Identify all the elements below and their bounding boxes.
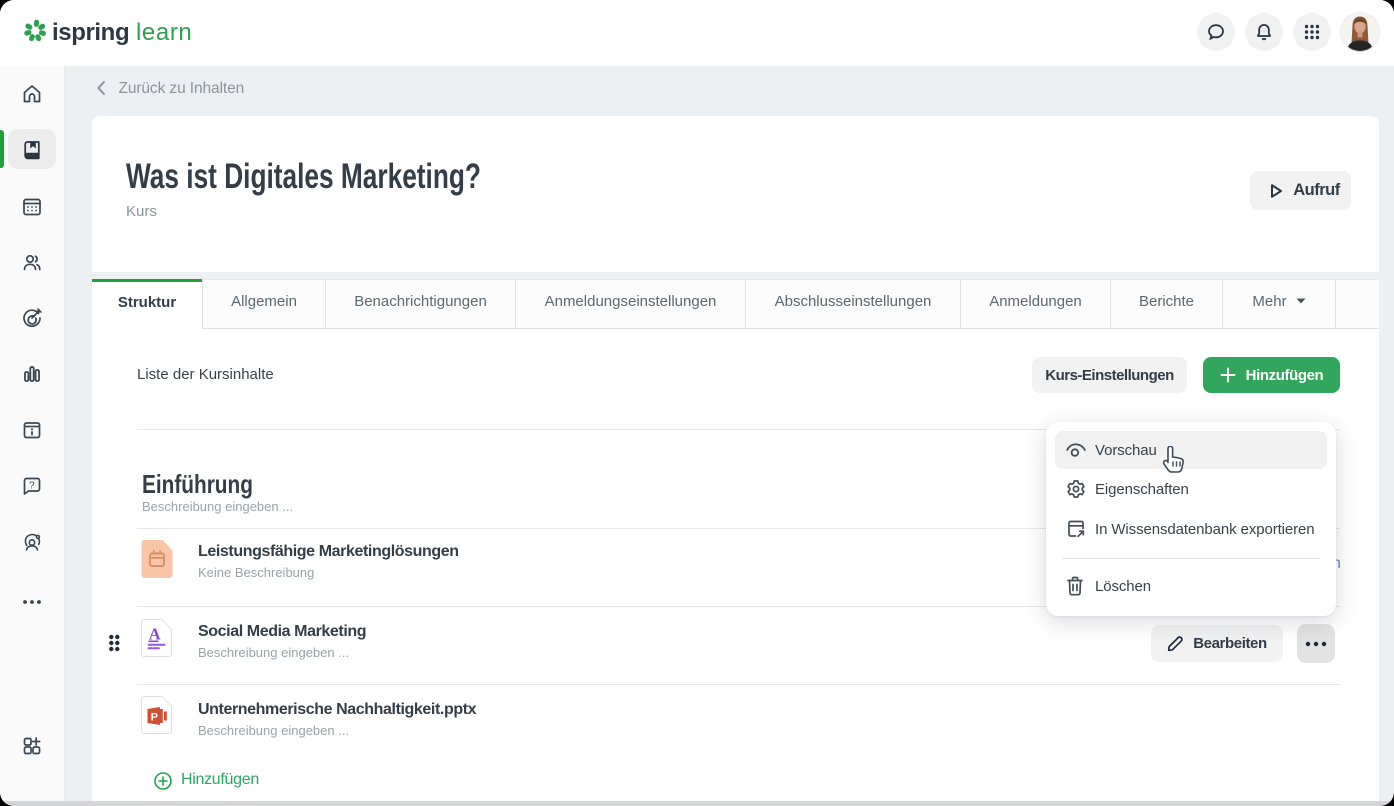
svg-text:ispring: ispring <box>52 19 129 46</box>
svg-text:P: P <box>151 711 158 723</box>
svg-text:?: ? <box>29 481 35 492</box>
svg-text:learn: learn <box>136 19 192 46</box>
